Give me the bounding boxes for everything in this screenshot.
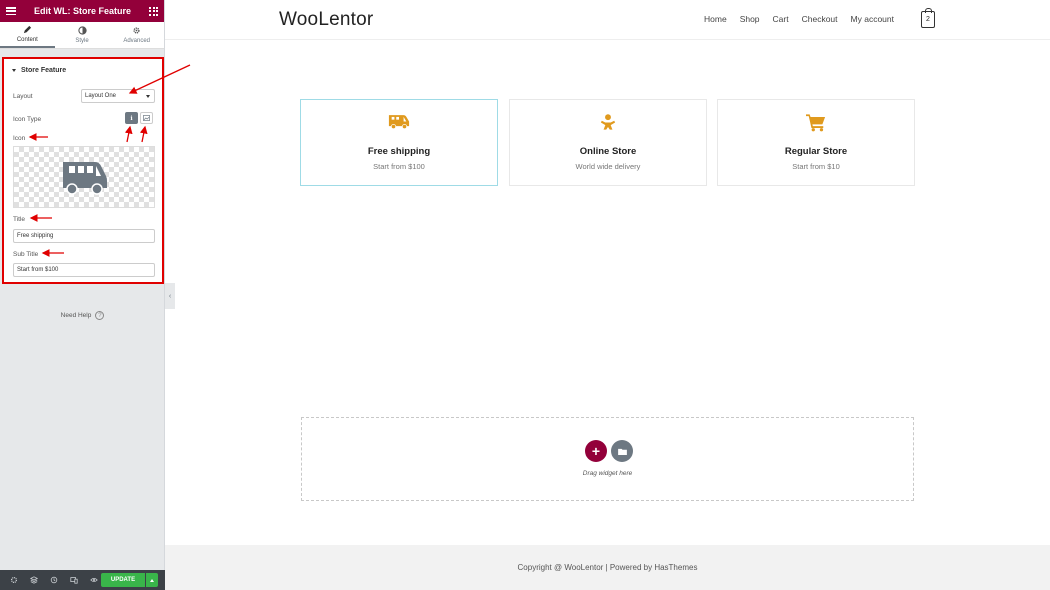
update-button[interactable]: UPDATE [101, 573, 145, 587]
widgets-grid-icon[interactable] [149, 6, 158, 16]
feature-subtitle: World wide delivery [575, 162, 641, 171]
responsive-button[interactable] [64, 570, 84, 590]
baby-icon [600, 114, 616, 130]
truck-icon [63, 162, 107, 195]
layout-select[interactable]: Layout One [81, 89, 155, 103]
cart-bag-icon[interactable]: 2 [921, 8, 935, 28]
editor-tabs: Content Style Advanced [0, 22, 164, 49]
feature-box-online-store[interactable]: Online Store World wide delivery [509, 99, 707, 186]
eye-icon [90, 578, 98, 582]
nav-my-account[interactable]: My account [851, 14, 894, 24]
subtitle-label: Sub Title [13, 251, 39, 258]
truck-icon [388, 115, 410, 130]
editor-sidebar: Edit WL: Store Feature Content Style Adv… [0, 0, 165, 590]
drop-zone-text: Drag widget here [582, 470, 633, 477]
need-help-label: Need Help [60, 312, 92, 319]
icon-preview[interactable] [13, 146, 155, 208]
update-options-button[interactable] [146, 573, 158, 587]
tab-advanced-label: Advanced [123, 38, 151, 44]
icon-type-icon-button[interactable]: ℹ [125, 112, 138, 124]
footer-copyright: Copyright @ WooLentor | Powered by HasTh… [517, 563, 698, 572]
feature-box-free-shipping[interactable]: Free shipping Start from $100 [300, 99, 498, 186]
tab-content[interactable]: Content [0, 22, 55, 48]
layout-label: Layout [13, 93, 33, 100]
devices-icon [70, 577, 78, 584]
site-footer: Copyright @ WooLentor | Powered by HasTh… [165, 545, 1050, 590]
tab-style-label: Style [75, 38, 89, 44]
editor-footer: UPDATE [0, 570, 165, 590]
add-template-button[interactable] [611, 440, 633, 462]
icon-type-label: Icon Type [13, 116, 42, 123]
title-input[interactable]: Free shipping [13, 229, 155, 243]
navigator-button[interactable] [24, 570, 44, 590]
hamburger-menu-icon[interactable] [6, 7, 16, 15]
tab-content-label: Content [16, 37, 38, 43]
icon-type-choices: ℹ [125, 112, 153, 124]
chevron-left-icon: ‹ [168, 292, 172, 300]
cart-icon [806, 114, 826, 132]
history-icon [50, 576, 58, 584]
feature-subtitle: Start from $10 [792, 162, 840, 171]
plus-icon: + [591, 443, 601, 459]
nav-checkout[interactable]: Checkout [802, 14, 838, 24]
widget-drop-zone[interactable]: + Drag widget here [301, 417, 914, 501]
nav-home[interactable]: Home [704, 14, 727, 24]
editor-header: Edit WL: Store Feature [0, 0, 164, 22]
cart-count: 2 [926, 16, 930, 23]
gear-icon [133, 27, 140, 34]
gear-icon [10, 576, 18, 584]
image-icon [143, 115, 150, 121]
feature-box-regular-store[interactable]: Regular Store Start from $10 [717, 99, 915, 186]
history-button[interactable] [44, 570, 64, 590]
settings-button[interactable] [4, 570, 24, 590]
site-header: WooLentor Home Shop Cart Checkout My acc… [165, 0, 1050, 40]
store-feature-panel: Store Feature Layout Layout One Icon Typ… [2, 57, 164, 284]
section-title: Store Feature [21, 67, 67, 74]
caret-down-icon [12, 69, 16, 72]
feature-title: Regular Store [784, 146, 848, 157]
main-nav: Home Shop Cart Checkout My account [704, 14, 907, 24]
nav-shop[interactable]: Shop [740, 14, 760, 24]
font-icon: ℹ [130, 115, 133, 122]
layout-select-value: Layout One [85, 93, 117, 99]
feature-title: Online Store [579, 146, 637, 157]
nav-cart[interactable]: Cart [773, 14, 789, 24]
layers-icon [30, 576, 38, 584]
feature-subtitle: Start from $100 [373, 162, 425, 171]
subtitle-input[interactable]: Start from $100 [13, 263, 155, 277]
site-logo[interactable]: WooLentor [279, 9, 373, 31]
section-toggle[interactable]: Store Feature [4, 59, 162, 74]
feature-title: Free shipping [367, 146, 431, 157]
caret-up-icon [150, 578, 154, 582]
icon-label: Icon [13, 135, 26, 142]
icon-type-image-button[interactable] [140, 112, 153, 124]
chevron-down-icon [146, 95, 150, 98]
collapse-panel-toggle[interactable]: ‹ [165, 283, 175, 309]
question-circle-icon: ? [95, 311, 105, 320]
pencil-icon [23, 25, 31, 34]
tab-advanced[interactable]: Advanced [109, 22, 164, 48]
add-section-button[interactable]: + [585, 440, 607, 462]
half-circle-icon [77, 26, 87, 35]
folder-icon [617, 448, 627, 455]
editor-title: Edit WL: Store Feature [33, 6, 131, 16]
tab-style[interactable]: Style [55, 22, 110, 48]
need-help-link[interactable]: Need Help ? [0, 311, 165, 320]
title-label: Title [13, 216, 26, 223]
